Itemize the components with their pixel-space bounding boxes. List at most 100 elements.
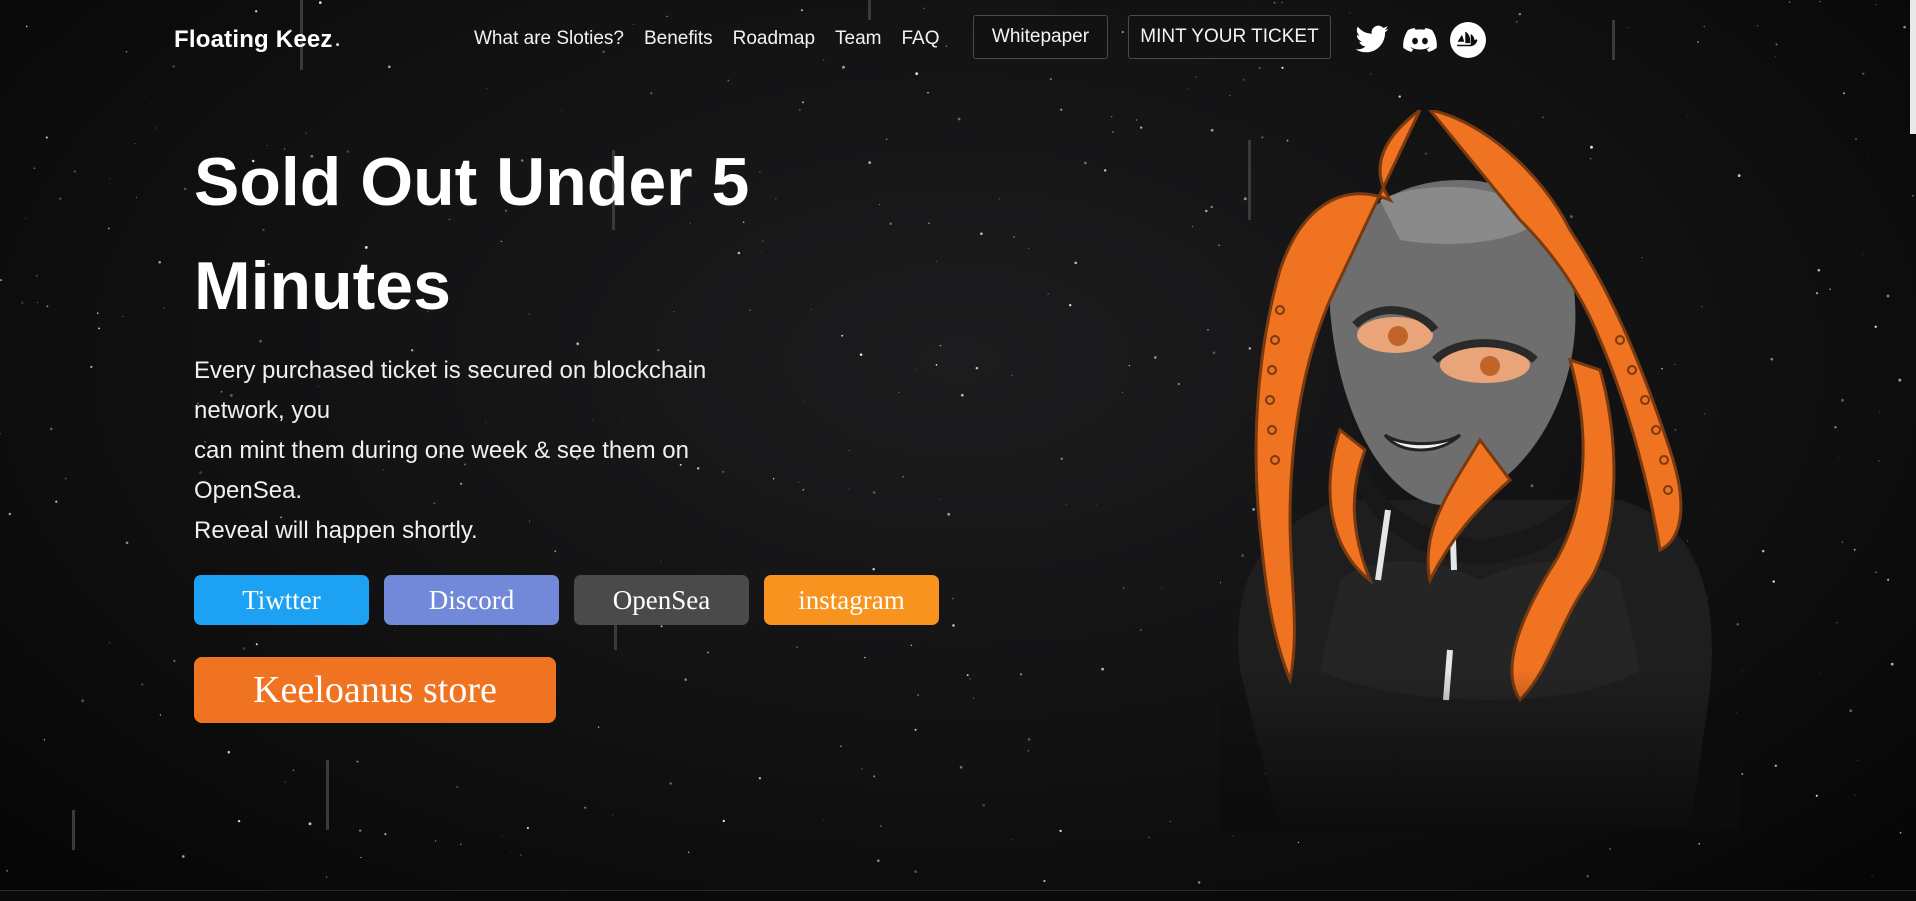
star: [1207, 329, 1209, 331]
star: [1013, 236, 1015, 238]
star: [1084, 161, 1087, 165]
star: [13, 172, 15, 173]
star: [384, 833, 387, 836]
star: [181, 855, 185, 858]
star: [1838, 457, 1839, 459]
streak-line: [72, 810, 75, 850]
star: [227, 750, 231, 754]
star: [1229, 95, 1231, 96]
star: [822, 818, 824, 820]
star: [81, 699, 85, 703]
star: [803, 400, 806, 403]
star: [156, 127, 157, 129]
star: [1169, 820, 1171, 823]
star: [173, 659, 176, 663]
star: [1912, 195, 1914, 197]
discord-icon[interactable]: [1402, 22, 1438, 58]
star: [597, 726, 600, 728]
star: [1862, 253, 1864, 255]
star: [1060, 457, 1064, 461]
nav-link-benefits[interactable]: Benefits: [644, 28, 713, 50]
star: [1139, 629, 1142, 632]
star: [1110, 115, 1113, 118]
store-button[interactable]: Keeloanus store: [194, 657, 556, 723]
star: [1191, 225, 1194, 228]
top-navbar: Floating Keez What are Sloties? Benefits…: [0, 0, 1916, 80]
star: [864, 656, 866, 659]
star: [687, 851, 690, 853]
star: [1140, 126, 1143, 129]
star: [8, 512, 12, 516]
star: [456, 786, 459, 788]
star: [109, 178, 111, 180]
star: [183, 187, 187, 191]
nav-link-roadmap[interactable]: Roadmap: [733, 28, 815, 50]
star: [1019, 673, 1023, 676]
star: [135, 196, 137, 198]
twitter-button[interactable]: Tiwtter: [194, 575, 369, 625]
star: [163, 307, 165, 309]
star: [1121, 392, 1123, 394]
hero-description-line: Reveal will happen shortly.: [194, 517, 478, 544]
star: [33, 167, 36, 170]
star: [1186, 126, 1188, 128]
nav-link-team[interactable]: Team: [835, 28, 881, 50]
star: [6, 869, 9, 872]
star: [1862, 292, 1864, 293]
star: [1698, 842, 1700, 845]
star: [45, 136, 48, 139]
star: [876, 859, 880, 863]
instagram-button[interactable]: instagram: [764, 575, 939, 625]
star: [141, 683, 144, 686]
star: [1212, 351, 1216, 355]
star: [35, 274, 38, 277]
star: [928, 222, 930, 224]
star: [957, 117, 961, 121]
star: [1815, 794, 1818, 797]
star: [1074, 261, 1077, 265]
nav-link-faq[interactable]: FAQ: [901, 28, 939, 50]
hero-description: Every purchased ticket is secured on blo…: [194, 351, 784, 551]
star: [1887, 578, 1890, 581]
star: [1817, 268, 1821, 272]
scrollbar-thumb[interactable]: [1910, 0, 1916, 134]
mint-ticket-button[interactable]: MINT YOUR TICKET: [1128, 15, 1331, 59]
star: [1879, 410, 1881, 412]
star: [952, 624, 955, 627]
discord-button[interactable]: Discord: [384, 575, 559, 625]
star: [1112, 131, 1114, 133]
streak-line: [326, 760, 329, 830]
star: [650, 92, 653, 95]
star: [947, 512, 951, 516]
star: [1197, 881, 1201, 884]
star: [1874, 325, 1877, 328]
star: [1232, 835, 1234, 837]
star: [308, 822, 312, 826]
star: [1761, 549, 1765, 553]
star: [802, 488, 805, 491]
whitepaper-button[interactable]: Whitepaper: [973, 15, 1108, 59]
twitter-icon[interactable]: [1354, 22, 1390, 58]
page-bottom-edge: [0, 890, 1916, 901]
star: [935, 364, 938, 366]
star: [1011, 374, 1013, 376]
star: [952, 597, 954, 600]
star: [939, 498, 941, 500]
star: [927, 91, 929, 94]
star: [975, 366, 979, 370]
star: [799, 109, 801, 111]
brand-logo[interactable]: Floating Keez: [174, 26, 333, 54]
star: [460, 843, 462, 845]
star: [1586, 874, 1590, 878]
opensea-icon[interactable]: [1450, 22, 1486, 58]
star: [90, 365, 93, 369]
star: [1210, 128, 1214, 132]
star: [969, 678, 971, 680]
star: [1871, 874, 1873, 877]
star: [910, 644, 913, 646]
star: [1210, 205, 1213, 209]
nav-link-what-are-sloties[interactable]: What are Sloties?: [474, 28, 624, 50]
opensea-button[interactable]: OpenSea: [574, 575, 749, 625]
star: [1878, 460, 1880, 462]
star: [707, 651, 709, 654]
